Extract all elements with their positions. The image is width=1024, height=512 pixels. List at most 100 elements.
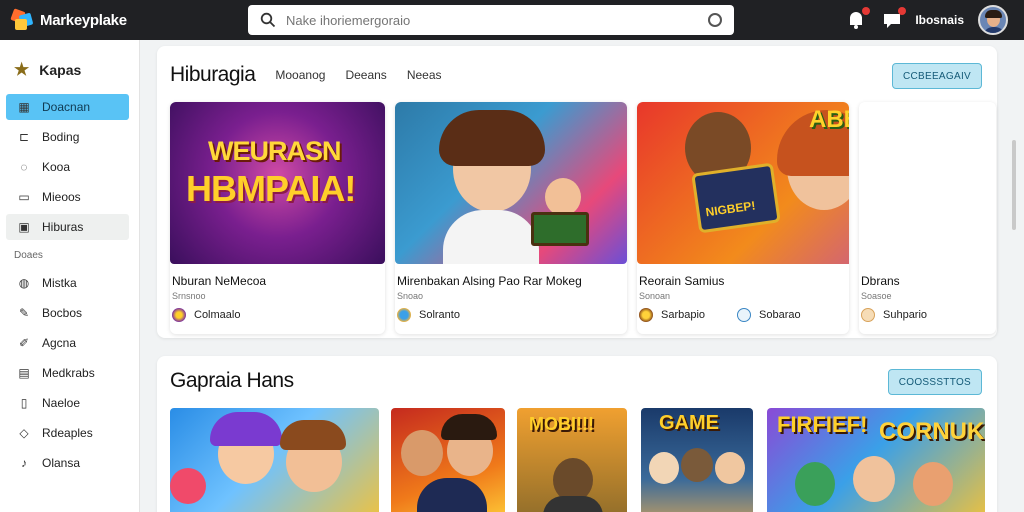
game-card[interactable]: NIGBEP! ABBAS GAME Reorain Samius Sonoan… [637,102,849,334]
character-face [715,452,745,484]
search-bar[interactable] [248,5,734,35]
thumbnail-title: FIRFIEF! [777,412,868,437]
character-hair [439,110,545,166]
game-thumbnail[interactable] [170,408,379,512]
sidebar-header[interactable]: ★ Kapas [0,50,139,90]
game-title[interactable]: Nburan NeMecoa [172,274,266,288]
game-subtitle: Snoao [397,291,424,301]
avatar[interactable] [978,5,1008,35]
game-title[interactable]: Reorain Samius [639,274,724,288]
sidebar-item-mistka[interactable]: ◍ Mistka [6,270,129,296]
game-title[interactable]: Mirenbakan Alsing Pao Rar Mokeg [397,274,582,288]
sidebar-header-label: Kapas [39,62,82,78]
section-title: Hiburagia [170,63,256,86]
sidebar-item-olansa[interactable]: ♪ Olansa [6,450,129,476]
sidebar-item-naeloe[interactable]: ▯ Naeloe [6,390,129,416]
pencil-icon: ✎ [18,306,30,320]
scrollbar-thumb[interactable] [1012,140,1016,230]
developer-icon [639,308,653,322]
sidebar-item-label: Mistka [42,276,77,290]
fruit [170,468,206,504]
search-input[interactable] [286,12,708,28]
game-card[interactable]: Dbrans Soasoe Suhpario [859,102,996,334]
chat-icon[interactable] [881,7,907,31]
sidebar-item-kooa[interactable]: ◌ Kooa [6,154,129,180]
developer-icon [397,308,411,322]
developer-name: Solranto [419,309,460,321]
game-thumbnail[interactable] [391,408,505,512]
developer-icon [737,308,752,322]
game-thumbnail[interactable]: MOBI!!! [517,408,627,512]
developer[interactable]: Sarbapio Sobarao [639,308,801,322]
game-box: NIGBEP! [691,162,781,234]
tab-deeans[interactable]: Deeans [345,68,386,82]
brand[interactable]: Markeyplake [10,8,232,32]
sidebar-item-label: Kooa [42,160,71,174]
gamepad-icon: ▣ [18,220,30,234]
grid-icon: ▦ [18,100,30,114]
developer-icon [172,308,186,322]
pen-icon: ✐ [18,336,30,350]
document-icon: ▯ [20,396,28,410]
sidebar-item-label: Bocbos [42,306,83,320]
tab-mooanog[interactable]: Mooanog [275,68,325,82]
developer-name: Colmaalo [194,309,241,321]
character-body [543,496,603,512]
developer[interactable]: Colmaalo [172,308,240,322]
sidebar-item-hiburas[interactable]: ▣ Hiburas [6,214,129,240]
developer-name: Sobarao [759,309,801,321]
character-hair [441,414,497,440]
message-icon: ▤ [18,366,30,380]
game-subtitle: Sonoan [639,291,671,301]
sidebar-item-label: Olansa [42,456,81,470]
game-thumbnail[interactable]: FIRFIEF! CORNUK [767,408,985,512]
treasure-chest [531,212,589,246]
notification-icon[interactable] [845,7,871,31]
headset-icon: ◍ [18,276,30,290]
character-hair [280,420,346,450]
game-title[interactable]: Dbrans [861,274,900,288]
section-action-button[interactable]: CCBEEAGAIV [891,63,982,89]
app-logo [10,8,34,32]
sidebar-item-agcna[interactable]: ✐ Agcna [6,330,129,356]
game-thumbnail[interactable] [859,102,996,264]
voice-search-icon[interactable] [708,13,722,27]
sidebar-item-label: Mieoos [42,190,81,204]
character-face [649,452,679,484]
sidebar-item-doacnan[interactable]: ▦ Doacnan [6,94,129,120]
thumbnail-title: GAME [659,412,719,434]
game-card[interactable]: WEURASN HBMPAIA! Nburan NeMecoa Srnsnoo … [170,102,385,334]
app-name: Markeyplake [40,11,127,29]
sidebar-item-rdeaples[interactable]: ◇ Rdeaples [6,420,129,446]
music-icon: ♪ [21,456,27,470]
chat-icon: ◌ [20,160,28,174]
sidebar-item-label: Naeloe [42,396,81,410]
sidebar: ★ Kapas ▦ Doacnan ⊏ Boding ◌ Kooa ▭ Mieo… [0,40,140,512]
game-subtitle: Srnsnoo [172,291,206,301]
top-bar: Markeyplake Ibosnais [0,0,1024,40]
monitor-icon: ▭ [18,190,30,204]
user-name[interactable]: Ibosnais [915,13,964,27]
sidebar-item-bocbos[interactable]: ✎ Bocbos [6,300,129,326]
developer[interactable]: Solranto [397,308,460,322]
game-thumbnail[interactable]: GAME [641,408,753,512]
character-body [443,210,539,264]
main-content: Hiburagia Mooanog Deeans Neeas CCBEEAGAI… [150,40,1016,512]
game-thumbnail[interactable] [395,102,627,264]
game-thumbnail[interactable]: NIGBEP! ABBAS GAME [637,102,849,264]
sidebar-item-label: Agcna [42,336,77,350]
tab-neeas[interactable]: Neeas [407,68,442,82]
developer-name: Sarbapio [661,309,706,321]
developer[interactable]: Suhpario [861,308,927,322]
game-card[interactable]: Mirenbakan Alsing Pao Rar Mokeg Snoao So… [395,102,627,334]
sidebar-item-label: Hiburas [42,220,84,234]
sidebar-item-boding[interactable]: ⊏ Boding [6,124,129,150]
developer-name: Suhpario [883,309,928,321]
section-title: Gapraia Hans [170,369,294,392]
game-thumbnail[interactable]: WEURASN HBMPAIA! [170,102,385,264]
search-icon [260,12,276,28]
sidebar-item-medkrabs[interactable]: ▤ Medkrabs [6,360,129,386]
section-action-button[interactable]: COOSSSTTOS [887,369,982,395]
sidebar-item-mieoos[interactable]: ▭ Mieoos [6,184,129,210]
character-face [795,462,835,506]
